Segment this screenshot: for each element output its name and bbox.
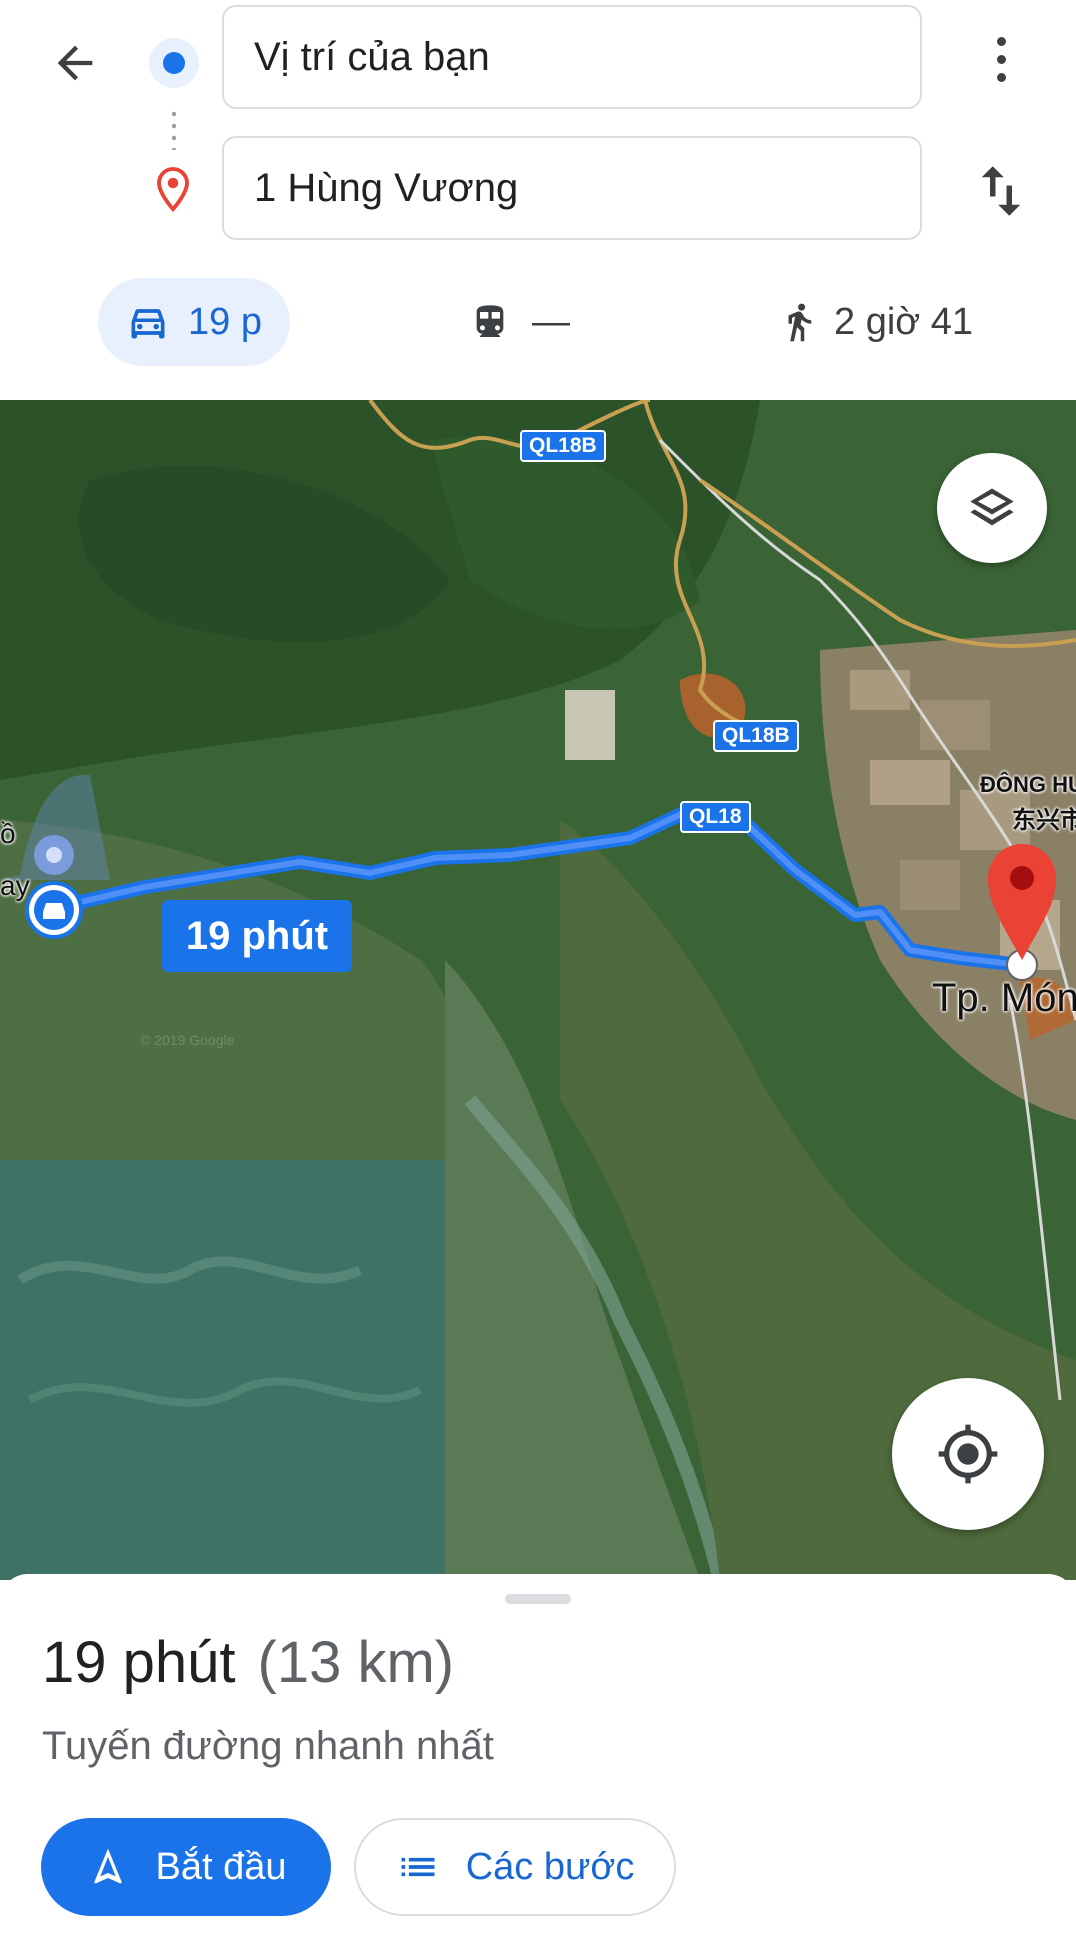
start-label: Bắt đầu: [155, 1845, 287, 1888]
route-summary: 19 phút (13 km): [42, 1629, 454, 1696]
route-description: Tuyến đường nhanh nhất: [42, 1724, 494, 1768]
walking-duration: 2 giờ 41: [834, 300, 974, 343]
route-connector-dots: [172, 108, 176, 150]
start-navigation-button[interactable]: Bắt đầu: [41, 1818, 331, 1916]
train-icon: [476, 305, 504, 337]
place-label-left-fragment-2: ay: [0, 870, 30, 901]
steps-label: Các bước: [465, 1845, 635, 1888]
origin-input[interactable]: Vị trí của bạn: [222, 5, 922, 109]
more-options-button[interactable]: [975, 24, 1027, 94]
my-location-icon: [938, 1424, 998, 1484]
more-vert-icon: [996, 36, 1006, 46]
place-label-dong-hung: ĐÔNG HƯ: [980, 772, 1076, 797]
route-distance: (13 km): [257, 1630, 455, 1695]
back-button[interactable]: [40, 28, 110, 98]
more-vert-dot: [996, 54, 1006, 64]
origin-location-dot-icon: [149, 38, 199, 88]
map-layers-button[interactable]: [937, 453, 1047, 563]
walk-icon: [788, 303, 812, 342]
place-label-mong-cai: Tp. Móng: [932, 976, 1076, 1020]
transit-duration: —: [532, 300, 570, 343]
my-location-button[interactable]: [892, 1378, 1044, 1530]
destination-pin-icon: [157, 167, 189, 213]
list-icon: [401, 1857, 435, 1877]
steps-button[interactable]: Các bước: [354, 1818, 676, 1916]
route-duration: 19 phút: [42, 1630, 236, 1695]
road-label-ql18b: QL18B: [713, 720, 799, 752]
navigation-arrow-icon: [93, 1848, 122, 1884]
tab-driving[interactable]: 19 p: [98, 278, 290, 366]
arrow-back-icon: [57, 45, 93, 81]
map-view[interactable]: © 2019 Google QL18B QL18B QL18 ĐÔNG HƯ 东…: [0, 400, 1076, 1580]
place-label-left-fragment: ồ: [0, 818, 16, 849]
sheet-drag-handle[interactable]: [505, 1594, 571, 1604]
swap-origin-destination-button[interactable]: [968, 158, 1034, 224]
road-label-ql18: QL18: [680, 801, 751, 833]
svg-text:© 2019 Google: © 2019 Google: [140, 1032, 235, 1048]
destination-input[interactable]: 1 Hùng Vương: [222, 136, 922, 240]
more-vert-dot: [996, 72, 1006, 82]
route-duration-callout[interactable]: 19 phút: [162, 900, 352, 972]
car-icon: [131, 309, 165, 339]
tab-walking[interactable]: 2 giờ 41: [778, 278, 973, 366]
place-label-dongxing: 东兴市: [1012, 807, 1076, 834]
layers-icon: [970, 488, 1014, 526]
road-label-ql18b-north: QL18B: [520, 430, 606, 462]
route-summary-sheet[interactable]: 19 phút (13 km) Tuyến đường nhanh nhất Bắ…: [0, 1574, 1076, 1937]
directions-header: Vị trí của bạn 1 Hùng Vương 19 p — 2 giờ…: [0, 0, 1076, 400]
tab-transit[interactable]: —: [470, 278, 570, 366]
driving-duration: 19 p: [188, 300, 262, 343]
